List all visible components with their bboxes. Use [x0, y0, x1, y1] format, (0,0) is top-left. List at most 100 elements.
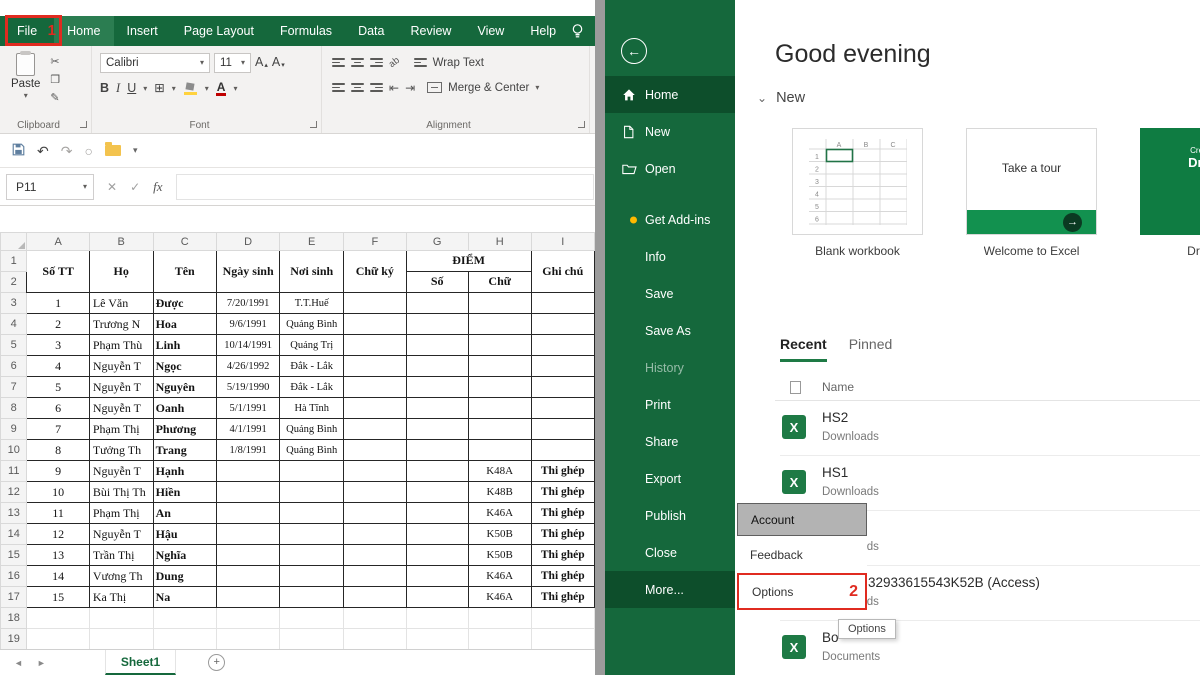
cell-H14[interactable]: K50B — [468, 524, 531, 545]
backstage-item-get-add-ins[interactable]: Get Add-ins — [605, 201, 735, 238]
col-header-A[interactable]: A — [27, 233, 89, 251]
col-header-E[interactable]: E — [280, 233, 344, 251]
cell-C4[interactable]: Hoa — [153, 314, 216, 335]
font-name-select[interactable]: Calibri ▾ — [100, 53, 210, 73]
cell-E11[interactable] — [280, 461, 344, 482]
cell-B1[interactable]: Họ — [89, 251, 153, 293]
backstage-item-save[interactable]: Save — [605, 275, 735, 312]
cell-D8[interactable]: 5/1/1991 — [216, 398, 280, 419]
row-header-14[interactable]: 14 — [1, 524, 27, 545]
cell-F10[interactable] — [344, 440, 407, 461]
ribbon-tab-formulas[interactable]: Formulas — [267, 16, 345, 46]
cell-I7[interactable] — [531, 377, 594, 398]
template-card-welcome-to-excel[interactable]: Take a tour→ — [966, 128, 1097, 235]
dialog-launcher-icon[interactable] — [578, 121, 585, 128]
cell-A13[interactable]: 11 — [27, 503, 89, 524]
cell-C1[interactable]: Tên — [153, 251, 216, 293]
align-left-icon[interactable] — [332, 83, 345, 92]
backstage-item-open[interactable]: Open — [605, 150, 735, 187]
cell-I1[interactable]: Ghi chú — [531, 251, 594, 293]
cut-icon[interactable]: ✂ — [50, 55, 60, 68]
cell-D10[interactable]: 1/8/1991 — [216, 440, 280, 461]
cell-A14[interactable]: 12 — [27, 524, 89, 545]
cell-G15[interactable] — [406, 545, 468, 566]
row-header-17[interactable]: 17 — [1, 587, 27, 608]
col-header-D[interactable]: D — [216, 233, 280, 251]
cell-D7[interactable]: 5/19/1990 — [216, 377, 280, 398]
cell-H15[interactable]: K50B — [468, 545, 531, 566]
orientation-icon[interactable]: ab — [387, 55, 402, 70]
cell-A10[interactable]: 8 — [27, 440, 89, 461]
row-header-5[interactable]: 5 — [1, 335, 27, 356]
cell-H9[interactable] — [468, 419, 531, 440]
cell-G1[interactable]: ĐIỂM — [406, 251, 531, 272]
cell-F9[interactable] — [344, 419, 407, 440]
cell-F6[interactable] — [344, 356, 407, 377]
row-header-8[interactable]: 8 — [1, 398, 27, 419]
cell-F11[interactable] — [344, 461, 407, 482]
cell-B5[interactable]: Phạm Thù — [89, 335, 153, 356]
cell-I19[interactable] — [531, 629, 594, 650]
cell-I5[interactable] — [531, 335, 594, 356]
cell-C7[interactable]: Nguyên — [153, 377, 216, 398]
cell-H17[interactable]: K46A — [468, 587, 531, 608]
cell-G8[interactable] — [406, 398, 468, 419]
cell-H13[interactable]: K46A — [468, 503, 531, 524]
cell-H2[interactable]: Chữ — [468, 272, 531, 293]
cell-H4[interactable] — [468, 314, 531, 335]
cell-D4[interactable]: 9/6/1991 — [216, 314, 280, 335]
cell-D17[interactable] — [216, 587, 280, 608]
cell-I16[interactable]: Thi ghép — [531, 566, 594, 587]
tab-pinned[interactable]: Pinned — [849, 336, 893, 362]
cell-G4[interactable] — [406, 314, 468, 335]
qat-customize-icon[interactable]: ▾ — [133, 146, 138, 155]
cell-B17[interactable]: Ka Thị — [89, 587, 153, 608]
cell-I4[interactable] — [531, 314, 594, 335]
cell-E19[interactable] — [280, 629, 344, 650]
increase-font-button[interactable]: A▴ — [255, 56, 268, 69]
cell-A11[interactable]: 9 — [27, 461, 89, 482]
cell-C14[interactable]: Hậu — [153, 524, 216, 545]
cell-E1[interactable]: Nơi sinh — [280, 251, 344, 293]
cell-I6[interactable] — [531, 356, 594, 377]
merge-center-button[interactable]: Merge & Center — [448, 82, 529, 94]
cell-C10[interactable]: Trang — [153, 440, 216, 461]
align-bottom-icon[interactable] — [370, 58, 383, 67]
cell-B6[interactable]: Nguyễn T — [89, 356, 153, 377]
cell-A7[interactable]: 5 — [27, 377, 89, 398]
prev-sheet-icon[interactable]: ◄ — [0, 658, 30, 668]
cell-C6[interactable]: Ngọc — [153, 356, 216, 377]
cell-A19[interactable] — [27, 629, 89, 650]
align-center-icon[interactable] — [351, 83, 364, 92]
cell-E10[interactable]: Quảng Bình — [280, 440, 344, 461]
cell-B11[interactable]: Nguyễn T — [89, 461, 153, 482]
cell-I15[interactable]: Thi ghép — [531, 545, 594, 566]
new-section-toggle[interactable]: ⌄ New — [757, 90, 805, 106]
cell-G7[interactable] — [406, 377, 468, 398]
tab-recent[interactable]: Recent — [780, 336, 827, 362]
backstage-item-home[interactable]: Home — [605, 76, 735, 113]
cell-I3[interactable] — [531, 293, 594, 314]
font-size-select[interactable]: 11 ▾ — [214, 53, 251, 73]
ribbon-tab-data[interactable]: Data — [345, 16, 397, 46]
backstage-item-save-as[interactable]: Save As — [605, 312, 735, 349]
cell-H3[interactable] — [468, 293, 531, 314]
cell-E6[interactable]: Đắk - Lắk — [280, 356, 344, 377]
cell-B13[interactable]: Phạm Thị — [89, 503, 153, 524]
cell-E15[interactable] — [280, 545, 344, 566]
cell-I12[interactable]: Thi ghép — [531, 482, 594, 503]
backstage-item-share[interactable]: Share — [605, 423, 735, 460]
cell-F5[interactable] — [344, 335, 407, 356]
cell-F1[interactable]: Chữ ký — [344, 251, 407, 293]
cell-C12[interactable]: Hiền — [153, 482, 216, 503]
row-header-19[interactable]: 19 — [1, 629, 27, 650]
cell-D18[interactable] — [216, 608, 280, 629]
cell-H7[interactable] — [468, 377, 531, 398]
cell-H5[interactable] — [468, 335, 531, 356]
cell-F16[interactable] — [344, 566, 407, 587]
row-header-10[interactable]: 10 — [1, 440, 27, 461]
align-top-icon[interactable] — [332, 58, 345, 67]
col-header-H[interactable]: H — [468, 233, 531, 251]
cell-F15[interactable] — [344, 545, 407, 566]
cell-C19[interactable] — [153, 629, 216, 650]
